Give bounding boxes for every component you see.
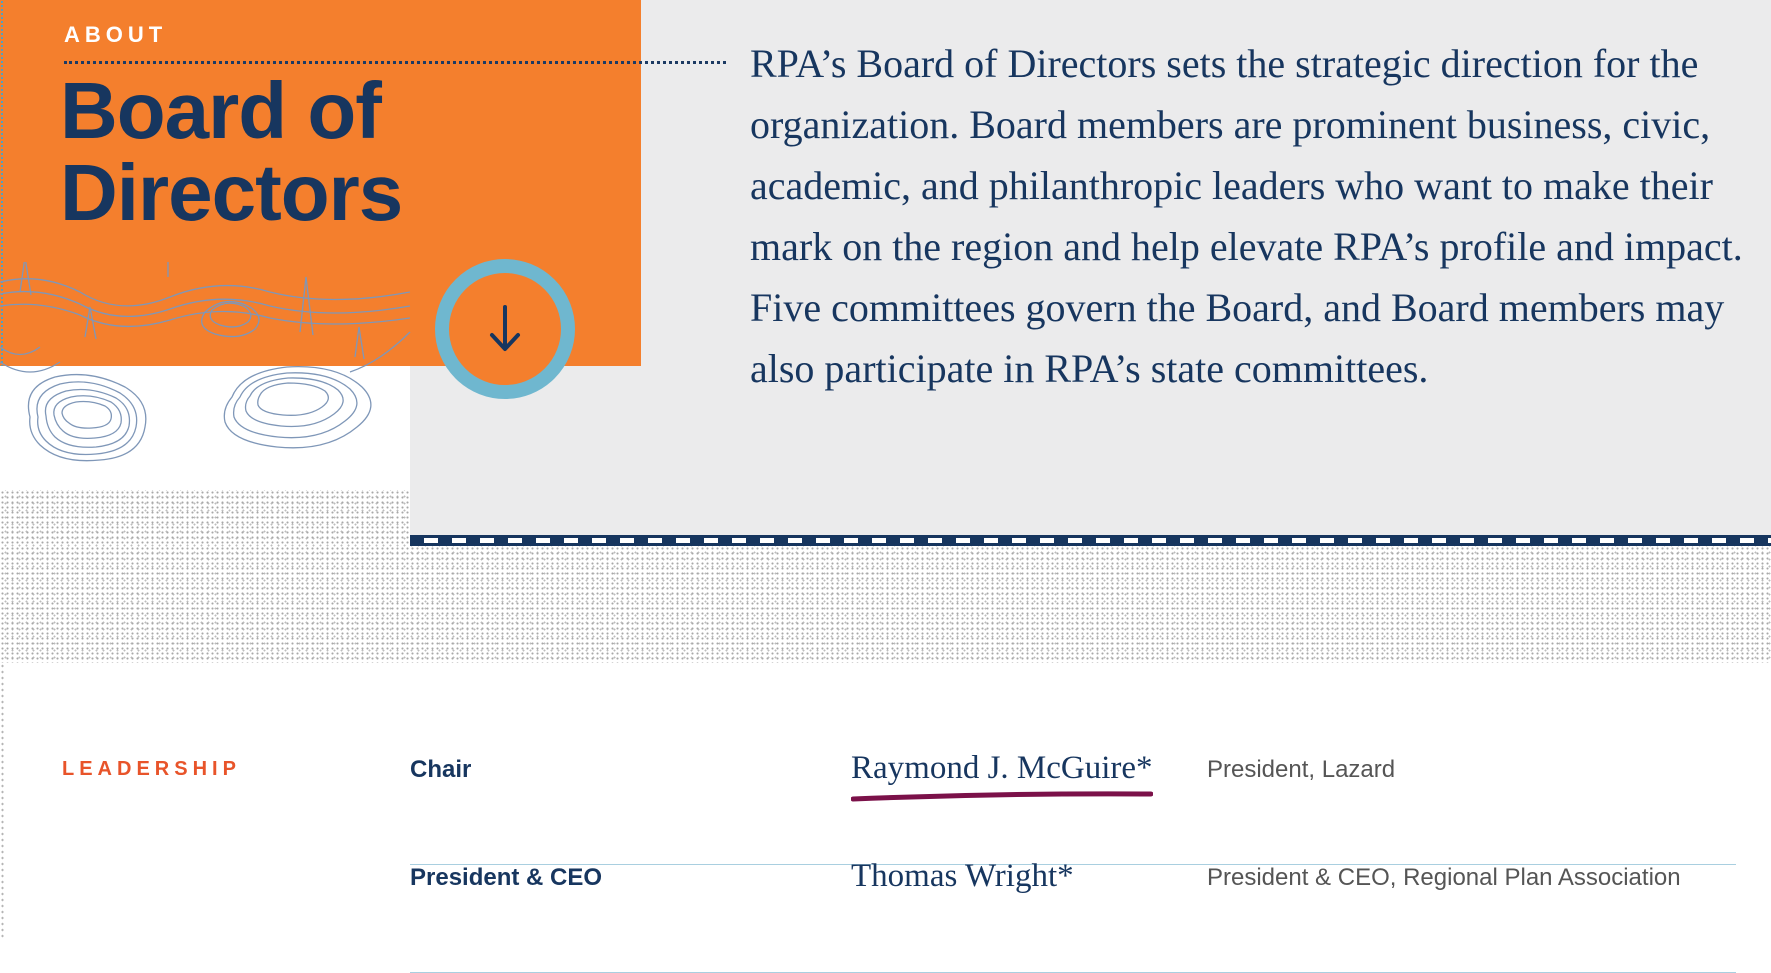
member-affiliation: President & CEO, Regional Plan Associati… [1207,864,1681,891]
scroll-down-button[interactable] [434,258,576,400]
page-title: Board of Directors [60,66,403,237]
section-label-leadership: LEADERSHIP [62,758,241,780]
member-name-link[interactable]: Raymond J. McGuire* [851,750,1153,787]
intro-paragraph: RPA’s Board of Directors sets the strate… [750,41,1743,391]
edge-dot-pattern-lower [0,663,5,940]
member-name-link[interactable]: Thomas Wright* [851,858,1074,895]
board-member-row: President & CEO Thomas Wright* President… [410,858,1736,973]
board-member-row: Chair Raymond J. McGuire* President, Laz… [410,750,1736,865]
dotted-rule [64,61,726,64]
stipple-texture-left [0,490,410,546]
member-role: Chair [410,756,472,783]
stipple-texture-band [0,546,1771,663]
member-affiliation: President, Lazard [1207,756,1396,783]
dashed-divider [410,535,1771,546]
eyebrow-label: ABOUT [64,22,168,47]
hover-underline [851,791,1153,802]
member-role: President & CEO [410,864,603,891]
topographic-illustration [0,262,411,462]
